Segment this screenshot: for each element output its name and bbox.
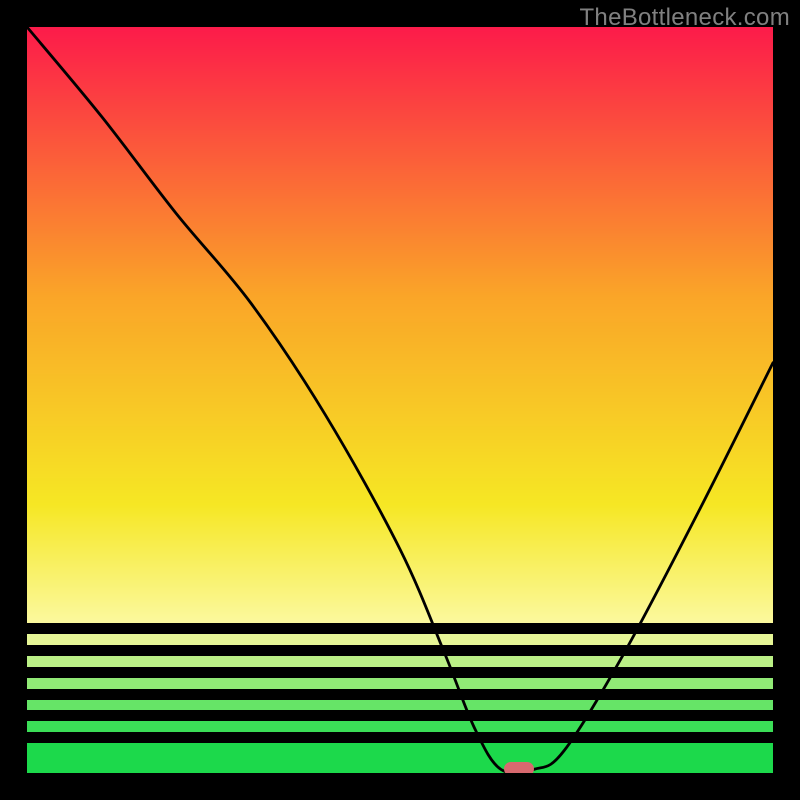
optimum-marker (504, 762, 534, 773)
chart-stage: TheBottleneck.com (0, 0, 800, 800)
plot-area (27, 27, 773, 773)
bottleneck-curve (27, 27, 773, 773)
watermark-text: TheBottleneck.com (579, 4, 790, 32)
